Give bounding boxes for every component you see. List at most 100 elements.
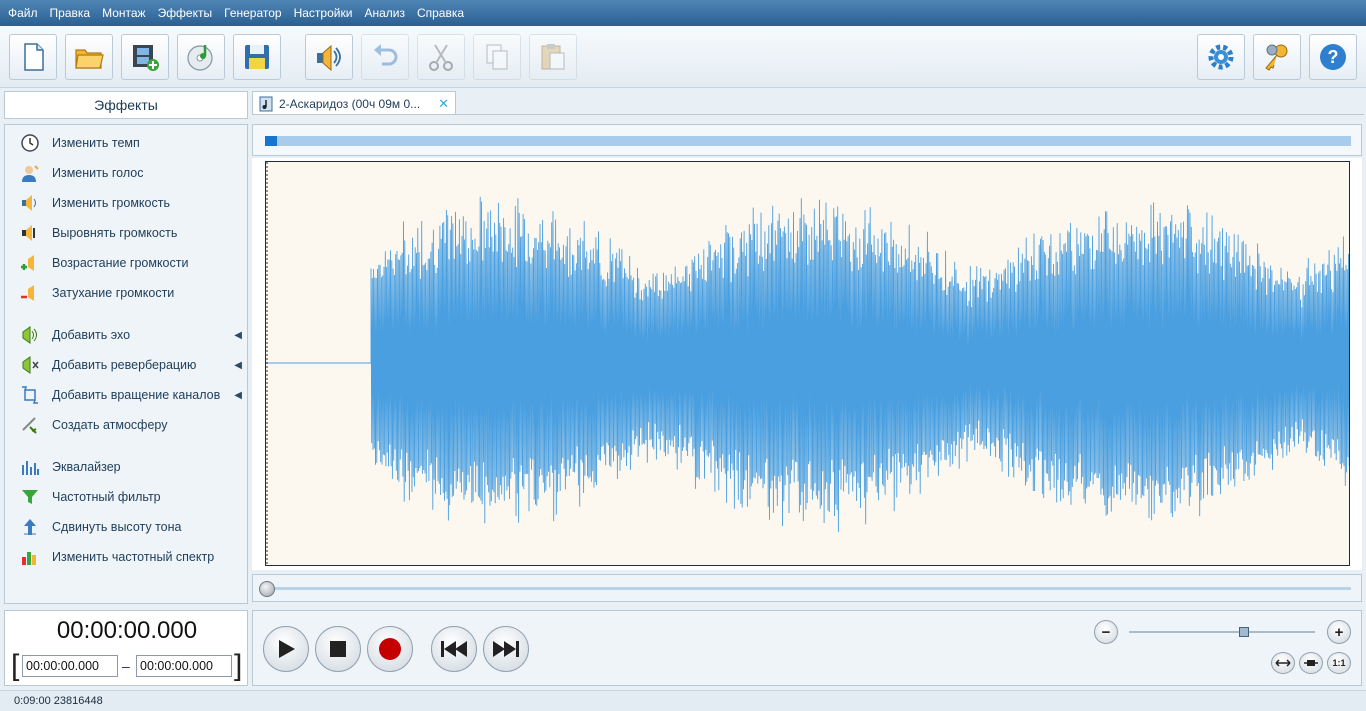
- effect-label: Добавить эхо: [52, 328, 131, 342]
- waveform-canvas[interactable]: [265, 161, 1350, 566]
- filter-icon: [19, 486, 41, 508]
- selection-end-field[interactable]: 00:00:00.000: [136, 655, 232, 677]
- audio-properties-button[interactable]: [305, 34, 353, 80]
- new-file-icon: [24, 43, 44, 71]
- menu-generator[interactable]: Генератор: [218, 0, 287, 26]
- effect-add-echo[interactable]: Добавить эхо ◀: [19, 323, 244, 347]
- waveform-area: [252, 158, 1362, 570]
- copy-button[interactable]: [473, 34, 521, 80]
- open-file-button[interactable]: [65, 34, 113, 80]
- forward-end-button[interactable]: [483, 626, 529, 672]
- rotate-channels-icon: [19, 384, 41, 406]
- equalizer-icon: [19, 456, 41, 478]
- bracket-right: ]: [234, 649, 243, 682]
- effect-label: Выровнять громкость: [52, 226, 178, 240]
- effect-fade-in[interactable]: Возрастание громкости: [19, 251, 244, 275]
- clock-icon: [19, 132, 41, 154]
- menu-settings[interactable]: Настройки: [288, 0, 359, 26]
- effect-label: Эквалайзер: [52, 460, 121, 474]
- close-tab-icon[interactable]: ✕: [438, 96, 449, 112]
- undo-icon: [374, 44, 398, 66]
- waveform-graph: [266, 162, 1349, 565]
- import-video-button[interactable]: [121, 34, 169, 80]
- play-button[interactable]: [263, 626, 309, 672]
- effect-label: Создать атмосферу: [52, 418, 168, 432]
- effect-label: Добавить вращение каналов: [52, 388, 221, 402]
- status-text: 0:09:00 23816448: [14, 695, 103, 707]
- cut-button[interactable]: [417, 34, 465, 80]
- effect-label: Изменить голос: [52, 166, 144, 180]
- skip-back-icon: [441, 641, 467, 657]
- effect-label: Сдвинуть высоту тона: [52, 520, 182, 534]
- menu-effects[interactable]: Эффекты: [152, 0, 219, 26]
- help-icon: ?: [1320, 44, 1346, 70]
- selection-start-field[interactable]: 00:00:00.000: [22, 655, 118, 677]
- menu-montage[interactable]: Монтаж: [96, 0, 152, 26]
- atmosphere-icon: [19, 414, 41, 436]
- position-track[interactable]: [265, 587, 1351, 590]
- fade-in-icon: [19, 252, 41, 274]
- activation-button[interactable]: [1253, 34, 1301, 80]
- volume-level-icon: [19, 222, 41, 244]
- tab-divider: [252, 114, 1364, 115]
- record-button[interactable]: [367, 626, 413, 672]
- tab-file[interactable]: 2-Аскаридоз (00ч 09м 0... ✕: [252, 91, 456, 115]
- menu-analysis[interactable]: Анализ: [358, 0, 411, 26]
- expand-arrow-icon[interactable]: ◀: [234, 330, 242, 341]
- audio-file-icon: [259, 96, 273, 111]
- menu-file[interactable]: Файл: [2, 0, 44, 26]
- effect-change-spectrum[interactable]: Изменить частотный спектр: [19, 545, 244, 569]
- effect-pitch-shift[interactable]: Сдвинуть высоту тона: [19, 515, 244, 539]
- waveform-trace: [266, 196, 1349, 532]
- position-thumb[interactable]: [259, 581, 275, 597]
- expand-arrow-icon[interactable]: ◀: [234, 360, 242, 371]
- menu-edit[interactable]: Правка: [44, 0, 97, 26]
- effect-change-voice[interactable]: Изменить голос: [19, 161, 244, 185]
- current-time: 00:00:00.000: [56, 617, 198, 644]
- echo-icon: [19, 324, 41, 346]
- menubar: Файл Правка Монтаж Эффекты Генератор Нас…: [0, 0, 1366, 26]
- expand-arrow-icon[interactable]: ◀: [234, 390, 242, 401]
- video-add-icon: [133, 45, 159, 71]
- zoom-selection-button[interactable]: [1299, 652, 1323, 674]
- menu-help[interactable]: Справка: [411, 0, 470, 26]
- zoom-actual-size-button[interactable]: 1:1: [1327, 652, 1351, 674]
- rewind-start-button[interactable]: [431, 626, 477, 672]
- effect-change-volume[interactable]: Изменить громкость: [19, 191, 244, 215]
- position-slider[interactable]: [252, 574, 1362, 602]
- save-button[interactable]: [233, 34, 281, 80]
- effect-create-atmosphere[interactable]: Создать атмосферу: [19, 413, 244, 437]
- effect-normalize-volume[interactable]: Выровнять громкость: [19, 221, 244, 245]
- effect-add-reverb[interactable]: Добавить реверберацию ◀: [19, 353, 244, 377]
- import-cd-button[interactable]: [177, 34, 225, 80]
- effect-label: Изменить громкость: [52, 196, 170, 210]
- bracket-left: [: [11, 649, 20, 682]
- effect-fade-out[interactable]: Затухание громкости: [19, 281, 244, 305]
- effect-equalizer[interactable]: Эквалайзер: [19, 455, 244, 479]
- zoom-in-button[interactable]: +: [1327, 620, 1351, 644]
- zoom-slider[interactable]: [1129, 631, 1315, 633]
- paste-button[interactable]: [529, 34, 577, 80]
- undo-button[interactable]: [361, 34, 409, 80]
- stop-button[interactable]: [315, 626, 361, 672]
- record-icon: [379, 638, 401, 660]
- folder-icon: [75, 49, 104, 69]
- effect-label: Изменить частотный спектр: [52, 550, 215, 564]
- zoom-slider-thumb[interactable]: [1239, 627, 1249, 637]
- effect-change-tempo[interactable]: Изменить темп: [19, 131, 244, 155]
- help-button[interactable]: ?: [1309, 34, 1357, 80]
- overview-viewport[interactable]: [265, 136, 277, 146]
- new-file-button[interactable]: [9, 34, 57, 80]
- spectrum-icon: [19, 546, 41, 568]
- effect-label: Изменить темп: [52, 136, 140, 150]
- zoom-out-button[interactable]: −: [1094, 620, 1118, 644]
- effect-frequency-filter[interactable]: Частотный фильтр: [19, 485, 244, 509]
- settings-button[interactable]: [1197, 34, 1245, 80]
- zoom-fit-width-button[interactable]: [1271, 652, 1295, 674]
- toolbar: ?: [0, 26, 1366, 88]
- stop-icon: [330, 641, 346, 657]
- voice-icon: [19, 162, 41, 184]
- waveform-overview[interactable]: [252, 124, 1362, 156]
- effect-rotate-channels[interactable]: Добавить вращение каналов ◀: [19, 383, 244, 407]
- overview-track[interactable]: [265, 136, 1351, 146]
